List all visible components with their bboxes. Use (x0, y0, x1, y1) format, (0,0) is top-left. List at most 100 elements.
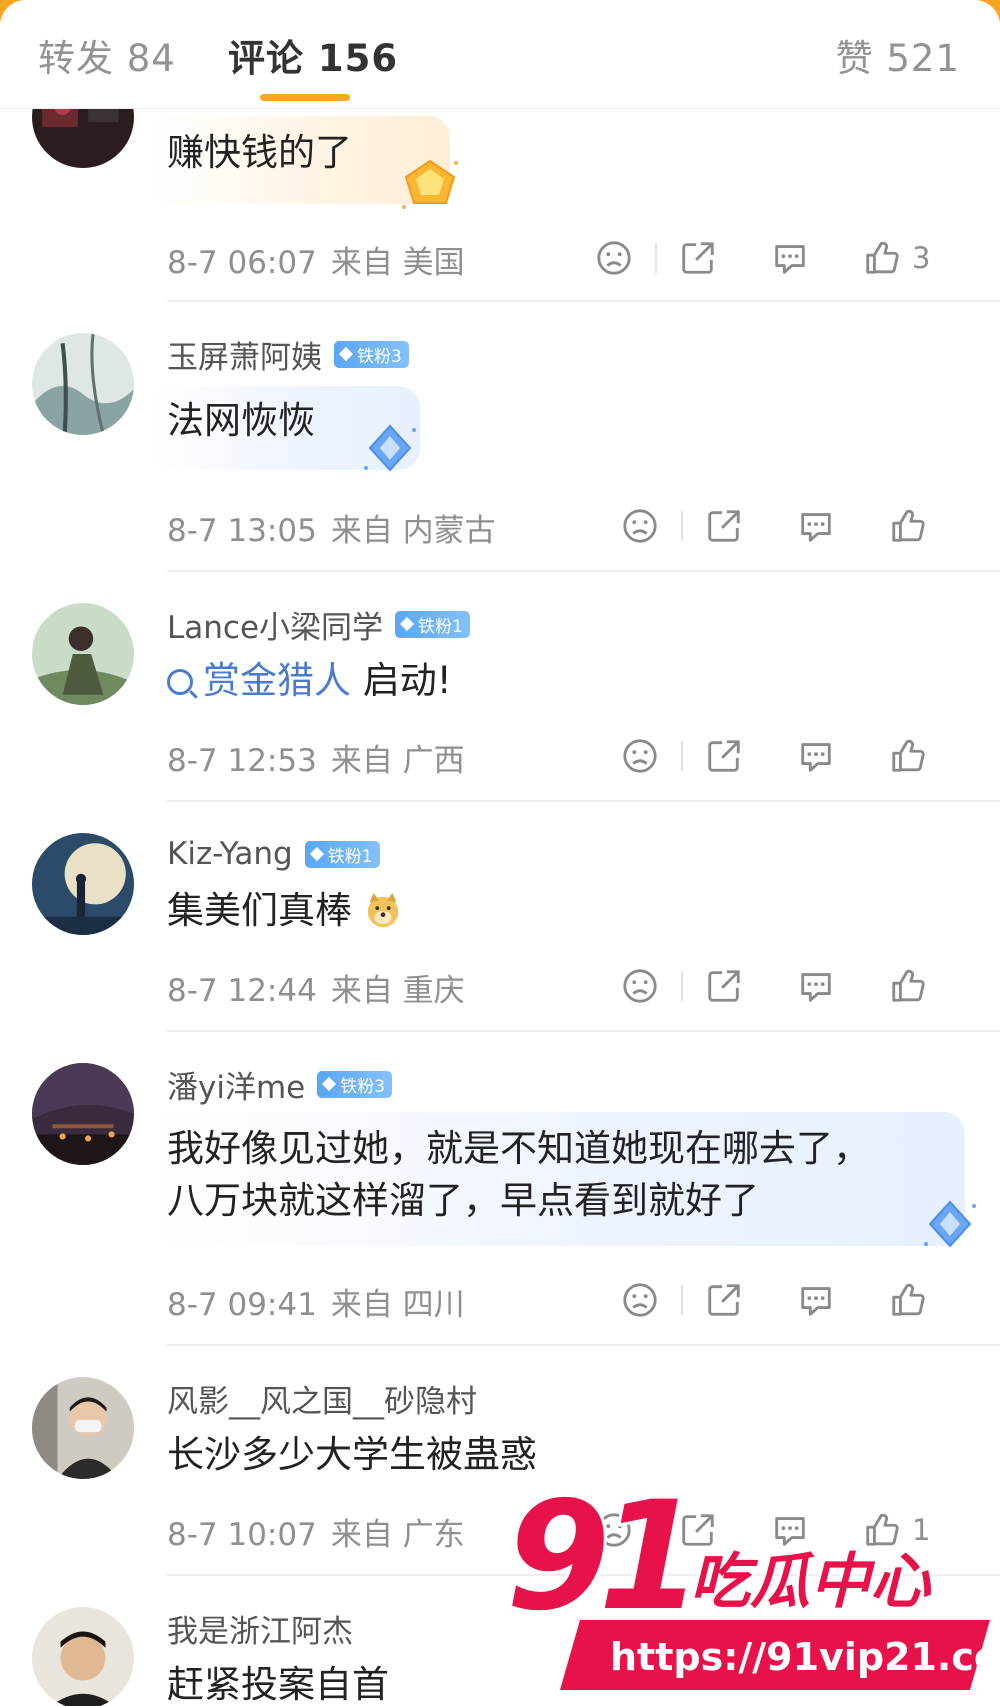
comment-icon (775, 245, 805, 274)
reply-button[interactable] (794, 964, 838, 1008)
comment-location: 来自 广西 (330, 743, 465, 779)
action-separator (681, 741, 683, 771)
like-button[interactable] (886, 504, 930, 548)
like-icon (892, 509, 925, 542)
gold-gem-icon (402, 159, 458, 209)
reply-button[interactable] (794, 504, 838, 548)
like-button[interactable] (860, 236, 904, 280)
dislike-button[interactable] (618, 504, 662, 548)
repost-icon (708, 1284, 740, 1316)
diamond-icon (322, 1076, 337, 1092)
like-icon (892, 969, 925, 1002)
reply-button[interactable] (768, 236, 812, 280)
comment-header: 风影__风之国__砂隐村 (167, 1376, 477, 1421)
like-icon (892, 739, 925, 772)
like-icon (892, 1283, 925, 1316)
repost-button[interactable] (702, 1278, 746, 1322)
comment-header: Lance小梁同学 铁粉1 (167, 602, 470, 647)
comment-header: 玉屏萧阿姨 铁粉3 (167, 332, 409, 377)
comment-divider (167, 1030, 1000, 1032)
like-button[interactable] (886, 734, 930, 778)
username[interactable]: 我是浙江阿杰 (167, 1606, 353, 1651)
tab-comments[interactable]: 评论 156 (228, 28, 398, 82)
dislike-button[interactable] (592, 236, 636, 280)
tab-likes[interactable]: 赞 521 (836, 28, 960, 82)
username[interactable]: 潘yi洋me (167, 1062, 305, 1107)
username[interactable]: Lance小梁同学 (167, 602, 383, 647)
comment-text: 赏金猎人 启动! (167, 654, 452, 708)
comment-actions (618, 504, 930, 548)
comment-icon (801, 743, 831, 772)
comment-location: 来自 内蒙古 (330, 513, 496, 549)
action-separator (681, 971, 683, 1001)
fan-badge: 铁粉3 (317, 1070, 393, 1098)
comment-text: 赶紧投案自首 (167, 1663, 389, 1706)
tab-forward[interactable]: 转发 84 (38, 28, 176, 82)
comment-location: 来自 重庆 (330, 973, 465, 1009)
watermark-logo: 91 吃瓜中心 https://91vip21.com (503, 1490, 990, 1690)
avatar[interactable] (32, 833, 134, 935)
comment-text: 集美们真棒 (167, 884, 402, 938)
comment-header: 我是浙江阿杰 (167, 1606, 353, 1651)
action-separator (681, 511, 683, 541)
tab-bar: 转发 84 评论 156 赞 521 (0, 0, 1000, 109)
username[interactable]: Kiz-Yang (167, 836, 293, 872)
comment-time: 8-7 13:05 (167, 513, 317, 549)
dislike-button[interactable] (618, 734, 662, 778)
comment-icon (801, 973, 831, 1002)
repost-button[interactable] (702, 504, 746, 548)
comment-icon (801, 1287, 831, 1316)
username[interactable]: 风影__风之国__砂隐村 (167, 1376, 477, 1421)
avatar[interactable] (32, 1063, 134, 1165)
comment-actions (618, 964, 930, 1008)
repost-button[interactable] (676, 236, 720, 280)
action-separator (655, 243, 657, 273)
comment-meta: 8-7 06:07 来自 美国 (167, 237, 465, 282)
like-button[interactable] (886, 964, 930, 1008)
comment-meta: 8-7 09:41 来自 四川 (167, 1279, 465, 1324)
comment-time: 8-7 09:41 (167, 1287, 317, 1323)
comment-divider (167, 800, 1000, 802)
comment-text: 法网恢恢 (167, 399, 315, 442)
like-button[interactable] (886, 1278, 930, 1322)
action-separator (681, 1285, 683, 1315)
fan-badge: 铁粉1 (304, 840, 380, 868)
avatar[interactable] (32, 603, 134, 705)
search-icon (167, 669, 193, 695)
like-count: 3 (912, 241, 931, 275)
username[interactable]: 玉屏萧阿姨 (167, 332, 322, 377)
comment-meta: 8-7 12:44 来自 重庆 (167, 965, 465, 1010)
hashtag-topic[interactable]: 赏金猎人 (167, 659, 351, 702)
comment-text: 赚快钱的了 (167, 131, 352, 174)
comment-divider (167, 300, 1000, 302)
reply-button[interactable] (794, 734, 838, 778)
comment-time: 8-7 12:53 (167, 743, 317, 779)
repost-icon (708, 970, 740, 1002)
comment-location: 来自 美国 (330, 245, 465, 281)
avatar[interactable] (32, 333, 134, 435)
comment-actions: 3 (592, 236, 930, 280)
comment-time: 8-7 12:44 (167, 973, 317, 1009)
comment-icon (801, 513, 831, 542)
comment-location: 来自 广东 (330, 1517, 465, 1553)
comment-actions (618, 734, 930, 778)
comment-divider (167, 570, 1000, 572)
comment-text-line-1: 我好像见过她，就是不知道她现在哪去了， (167, 1127, 870, 1170)
fan-badge: 铁粉3 (334, 340, 409, 368)
comment-header: 潘yi洋me 铁粉3 (167, 1062, 393, 1107)
dislike-button[interactable] (618, 1278, 662, 1322)
comment-time: 8-7 10:07 (167, 1517, 317, 1553)
dislike-button[interactable] (618, 964, 662, 1008)
reply-button[interactable] (794, 1278, 838, 1322)
comment-text: 长沙多少大学生被蛊惑 (167, 1433, 537, 1476)
dislike-icon (623, 969, 657, 1003)
avatar[interactable] (32, 1377, 134, 1479)
avatar[interactable] (32, 1607, 134, 1706)
repost-button[interactable] (702, 964, 746, 1008)
comment-actions (618, 1278, 930, 1322)
dislike-icon (597, 241, 631, 275)
repost-button[interactable] (702, 734, 746, 778)
diamond-icon (399, 616, 415, 632)
blue-diamond-icon (924, 1200, 976, 1248)
svg-text:https://91vip21.com: https://91vip21.com (610, 1635, 990, 1679)
